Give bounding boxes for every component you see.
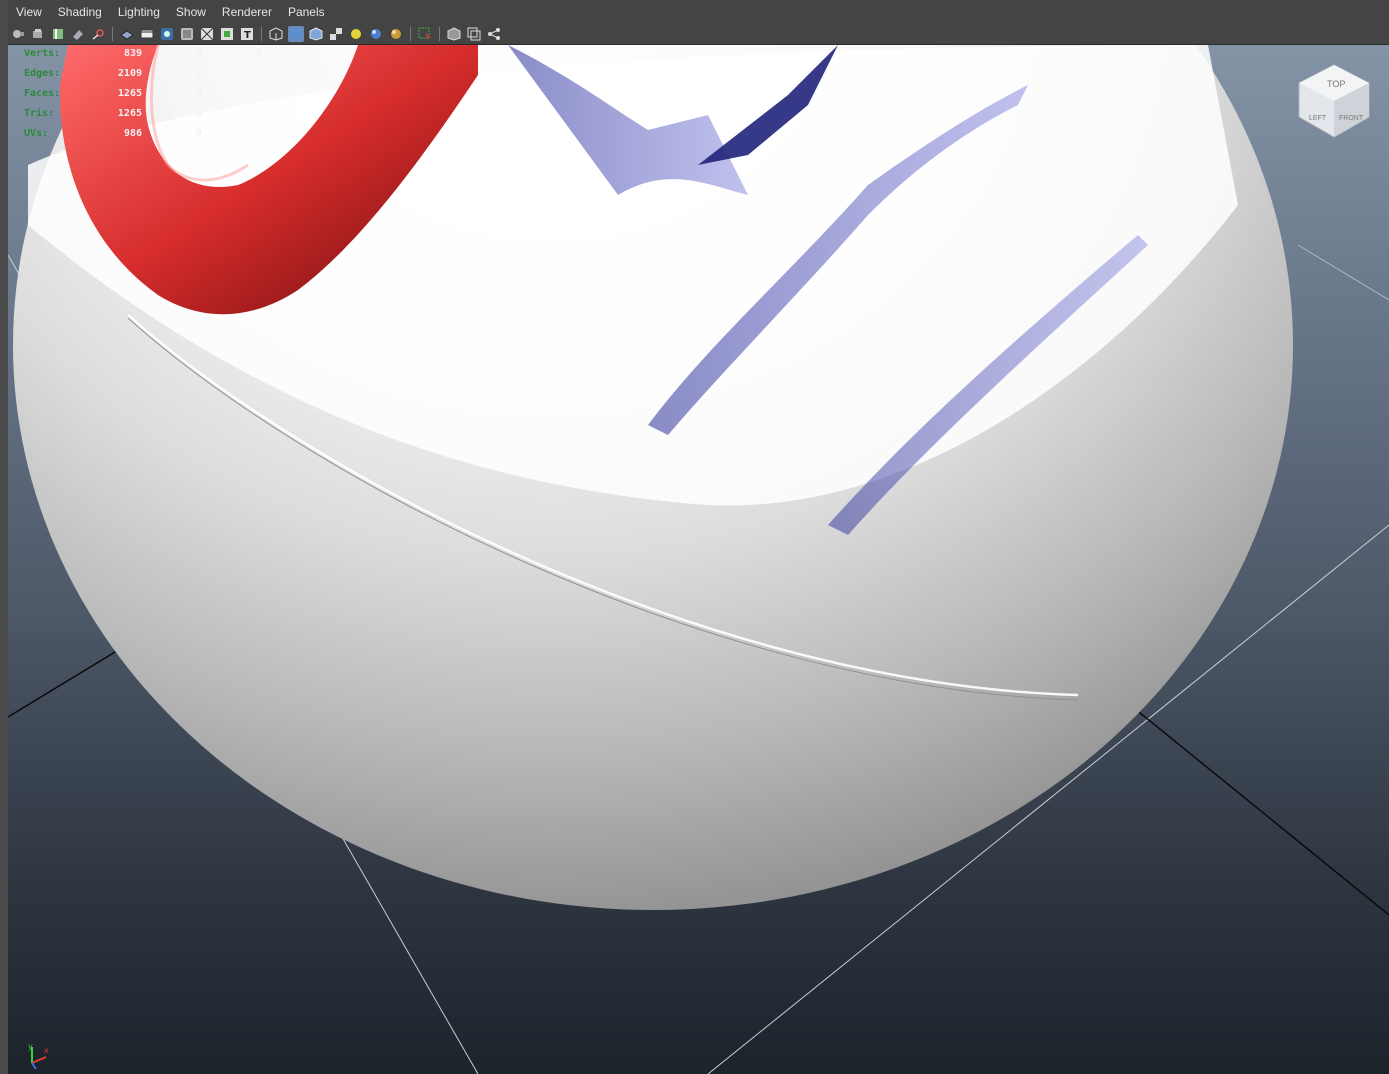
svg-text:T: T [244,30,251,41]
hud-value: 0 [255,48,262,59]
hud-value: 0 [195,108,202,119]
hud-value: 1265 [117,88,142,99]
hud-value: 0 [195,88,202,99]
grid-toggle-icon[interactable] [90,26,106,42]
isolate-select-icon[interactable] [417,26,433,42]
hud-value: 839 [123,48,142,59]
smooth-shade-icon[interactable] [288,26,304,42]
hud-row-verts: Verts: 839 0 0 [24,47,262,67]
hud-value [202,87,262,107]
hud-value: 0 [195,68,202,79]
camera-attributes-icon[interactable] [30,26,46,42]
hud-value: 2109 [117,68,142,79]
image-plane-icon[interactable] [70,26,86,42]
menu-view[interactable]: View [8,0,50,24]
axis-y-label: y [28,1042,33,1051]
hud-label: Tris: [24,108,55,119]
hud-label: UVs: [24,128,49,139]
3d-viewport[interactable]: TOP FRONT LEFT y x Verts: 839 0 0 Edges: [8,45,1389,1074]
hud-row-tris: Tris: 1265 0 [24,107,262,127]
backface-icon[interactable] [466,26,482,42]
camera-select-icon[interactable] [10,26,26,42]
wireframe-icon[interactable] [119,26,135,42]
joints-icon[interactable] [486,26,502,42]
hud-row-uvs: UVs: 986 0 [24,127,262,147]
hud-label: Faces: [24,88,61,99]
scene-render: TOP FRONT LEFT y x [8,45,1389,1074]
all-lights-icon[interactable] [368,26,384,42]
maya-viewport-panel: View Shading Lighting Show Renderer Pane… [0,0,1389,1074]
textured-icon[interactable] [328,26,344,42]
hud-value [202,127,262,147]
hud-value: 0 [195,128,202,139]
hud-value [202,107,262,127]
hud-value: 1265 [117,108,142,119]
field-chart-icon[interactable] [199,26,215,42]
hud-label: Verts: [24,48,61,59]
menu-lighting[interactable]: Lighting [110,0,168,24]
viewcube-front-label: FRONT [1339,115,1364,122]
toolbar-separator [112,27,113,41]
sphere-mesh[interactable] [13,45,1293,910]
panel-toolbar: T [8,24,1389,45]
film-gate-icon[interactable] [139,26,155,42]
hud-value: 986 [123,128,142,139]
safe-action-icon[interactable] [219,26,235,42]
panel-menubar: View Shading Lighting Show Renderer Pane… [8,0,1389,25]
hud-row-faces: Faces: 1265 0 [24,87,262,107]
default-light-icon[interactable] [348,26,364,42]
bookmark-icon[interactable] [50,26,66,42]
hud-value: 0 [195,48,202,59]
hud-row-edges: Edges: 2109 0 [24,67,262,87]
wireframe-cube-icon[interactable] [268,26,284,42]
viewcube-top-label: TOP [1327,79,1345,89]
toolbar-separator [439,27,440,41]
shadows-icon[interactable] [388,26,404,42]
menu-panels[interactable]: Panels [280,0,333,24]
xray-icon[interactable] [446,26,462,42]
text-icon[interactable]: T [239,26,255,42]
viewcube-left-label: LEFT [1309,115,1327,122]
toolbar-separator [410,27,411,41]
axis-gizmo-icon: y x [28,1042,49,1070]
hud-value [202,67,262,87]
shaded-wire-icon[interactable] [308,26,324,42]
hud-label: Edges: [24,68,61,79]
menu-renderer[interactable]: Renderer [214,0,280,24]
axis-x-label: x [44,1046,49,1055]
poly-count-hud: Verts: 839 0 0 Edges: 2109 0 Faces: 1265… [24,47,262,147]
resolution-gate-icon[interactable] [159,26,175,42]
menu-shading[interactable]: Shading [50,0,110,24]
view-cube[interactable]: TOP FRONT LEFT [1298,64,1370,138]
menu-show[interactable]: Show [168,0,214,24]
toolbar-separator [261,27,262,41]
gate-mask-icon[interactable] [179,26,195,42]
